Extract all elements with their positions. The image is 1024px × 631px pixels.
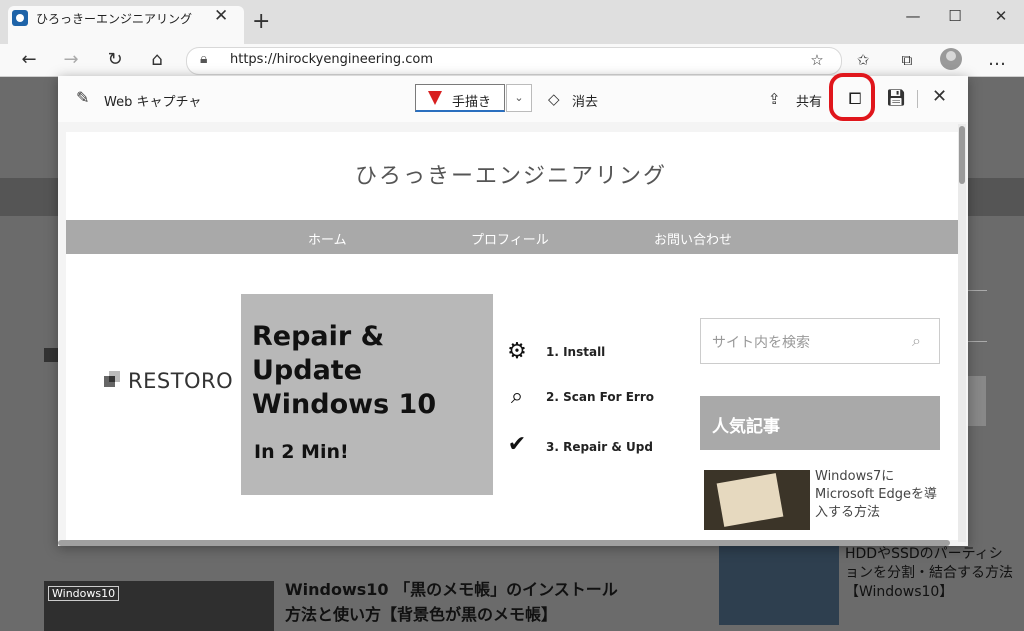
divider <box>917 90 918 108</box>
draw-label: 手描き <box>452 95 492 110</box>
ad-step: 2. Scan For Erro <box>546 390 654 404</box>
background-side-thumbnail <box>719 545 839 625</box>
nav-profile[interactable]: プロフィール <box>471 229 549 248</box>
maximize-icon[interactable]: ☐ <box>940 6 970 26</box>
ad-step: 3. Repair & Upd <box>546 440 653 454</box>
home-icon[interactable]: ⌂ <box>144 47 170 73</box>
popular-heading: 人気記事 <box>712 417 780 437</box>
gear-icon: ⚙ <box>507 339 527 364</box>
search-icon: ⌕ <box>510 384 524 409</box>
minimize-icon[interactable]: — <box>898 6 928 26</box>
background-block <box>966 376 986 426</box>
background-side-article: HDDやSSDのパーティションを分割・結合する方法【Windows10】 <box>845 546 1013 600</box>
background-block <box>44 348 58 362</box>
search-icon[interactable]: ⌕ <box>912 331 921 351</box>
address-url[interactable]: https://hirockyengineering.com <box>230 52 433 67</box>
web-capture-icon: ✎ <box>76 88 90 107</box>
scrollbar-thumb[interactable] <box>959 126 965 184</box>
save-icon[interactable]: 💾︎ <box>886 88 906 107</box>
vertical-scrollbar[interactable] <box>958 124 966 542</box>
refresh-icon[interactable]: ↻ <box>102 47 128 73</box>
nav-home[interactable]: ホーム <box>308 229 347 248</box>
window-close-icon[interactable]: ✕ <box>986 6 1016 26</box>
new-tab-icon[interactable]: + <box>252 10 270 34</box>
erase-button[interactable]: 消去 <box>572 91 598 110</box>
background-article-title: 方法と使い方【背景色が黒のメモ帳】 <box>285 605 558 624</box>
share-icon[interactable]: ⇪ <box>768 90 781 108</box>
site-title[interactable]: ひろっきーエンジニアリング <box>355 158 667 190</box>
chevron-down-icon[interactable]: ⌄ <box>506 84 532 112</box>
highlight-ring <box>829 73 875 121</box>
nav-contact[interactable]: お問い合わせ <box>654 229 732 248</box>
web-capture-title: Web キャプチャ <box>104 95 202 110</box>
tab-title: ひろっきーエンジニアリング <box>36 12 193 26</box>
background-article-tag: Windows10 <box>48 586 120 601</box>
back-icon[interactable]: ← <box>16 47 42 73</box>
search-placeholder: サイト内を検索 <box>712 335 810 351</box>
share-button[interactable]: 共有 <box>796 91 822 110</box>
ad-subtitle: In 2 Min! <box>254 441 349 463</box>
background-article-title: Windows10 「黒のメモ帳」のインストール <box>285 580 618 599</box>
popular-article-link[interactable]: Windows7にMicrosoft Edgeを導入する方法 <box>815 468 945 522</box>
ad-brand[interactable]: RESTORO <box>128 369 233 393</box>
close-icon[interactable]: ✕ <box>932 86 947 107</box>
lock-icon[interactable]: 🔒︎ <box>200 51 207 67</box>
horizontal-scrollbar[interactable] <box>58 540 950 546</box>
forward-icon[interactable]: → <box>58 47 84 73</box>
more-icon[interactable]: … <box>984 47 1010 73</box>
ad-headline: Repair & Update Windows 10 <box>252 321 437 420</box>
ad-step: 1. Install <box>546 345 606 359</box>
eraser-icon[interactable]: ◇ <box>548 90 560 108</box>
add-favorite-icon[interactable]: ☆ <box>804 47 830 73</box>
favorites-icon[interactable]: ✩ <box>850 47 876 73</box>
check-icon: ✔ <box>507 432 527 457</box>
close-tab-icon[interactable]: ✕ <box>214 6 228 26</box>
profile-avatar[interactable] <box>940 48 962 70</box>
collections-icon[interactable]: ⧉ <box>894 47 920 73</box>
site-favicon-icon <box>12 10 28 26</box>
restoro-logo-icon <box>104 371 120 387</box>
pen-icon <box>428 91 442 105</box>
